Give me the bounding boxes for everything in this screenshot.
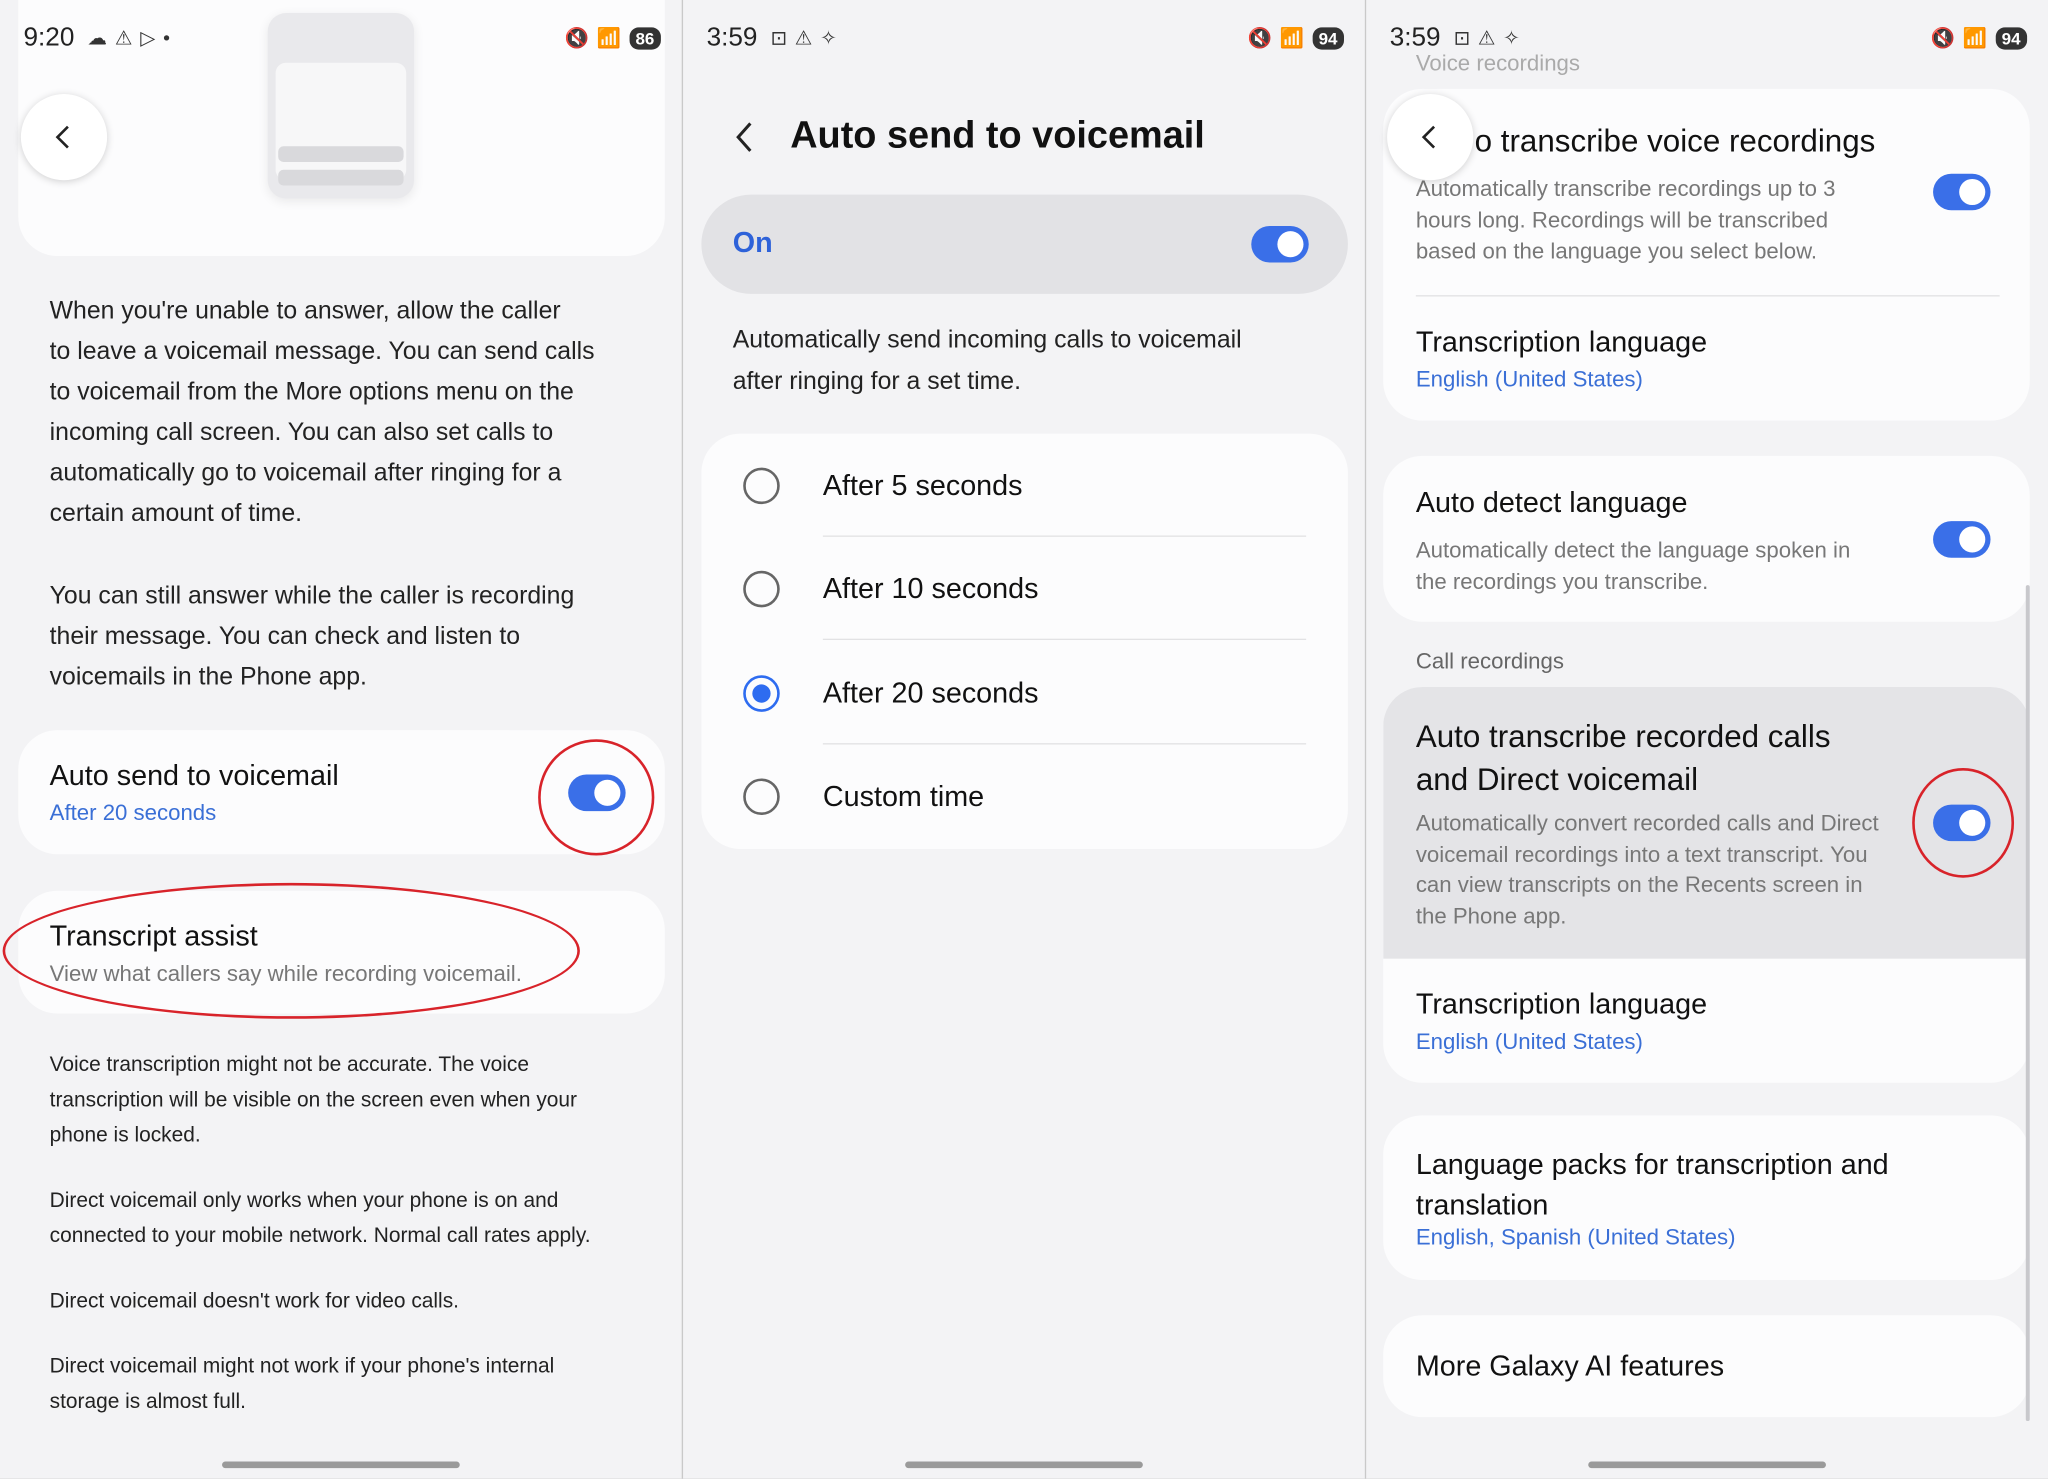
- battery-badge: 94: [1995, 26, 2028, 49]
- transcription-language-title: Transcription language: [1415, 325, 1708, 358]
- panel-transcription-settings: 3:59 ⊡ ⚠ ✧ 🔇 📶 94 Voice recordings o tra…: [1366, 0, 2048, 1479]
- auto-send-title: Auto send to voicemail: [49, 758, 339, 792]
- warning-icon: ⚠: [1477, 27, 1496, 50]
- note-transcription: Voice transcription might not be accurat…: [49, 1054, 577, 1147]
- battery-badge: 86: [628, 26, 661, 49]
- play-store-icon: ▷: [140, 27, 156, 50]
- call-recordings-card: Auto transcribe recorded calls and Direc…: [1383, 687, 2030, 1083]
- back-button[interactable]: [1387, 94, 1474, 181]
- auto-transcribe-voice-desc: Automatically transcribe recordings up t…: [1415, 176, 1836, 264]
- panel-voicemail-settings: 9:20 ☁ ⚠ ▷ • 🔇 📶 86 When you're unable t…: [0, 0, 682, 1479]
- status-time: 3:59: [706, 22, 758, 52]
- auto-send-toggle[interactable]: [568, 774, 626, 812]
- panel-auto-send: 3:59 ⊡ ⚠ ✧ 🔇 📶 94 Auto send to voicemail…: [683, 0, 1365, 1479]
- chevron-left-icon: [1421, 125, 1436, 149]
- master-switch-label: On: [732, 225, 773, 259]
- radio-button[interactable]: [743, 466, 780, 504]
- radio-button-selected[interactable]: [743, 674, 780, 712]
- mute-icon: 🔇: [564, 27, 589, 50]
- description-text-2: You can still answer while the caller is…: [49, 582, 575, 691]
- auto-transcribe-calls-desc: Automatically convert recorded calls and…: [1415, 811, 1879, 928]
- transcript-assist-subtitle: View what callers say while recording vo…: [49, 961, 522, 987]
- transcription-language-value: English (United States): [1415, 367, 1643, 392]
- auto-detect-desc: Automatically detect the language spoken…: [1415, 538, 1851, 595]
- transcription-language-row-1[interactable]: Transcription language English (United S…: [1383, 296, 2030, 420]
- option-after-5-seconds[interactable]: After 5 seconds: [701, 434, 1348, 537]
- auto-transcribe-voice-toggle[interactable]: [1933, 173, 1991, 211]
- status-time: 9:20: [23, 22, 75, 52]
- auto-transcribe-calls-row[interactable]: Auto transcribe recorded calls and Direc…: [1383, 687, 2030, 959]
- warning-icon: ⚠: [114, 27, 133, 50]
- wifi-icon: 📶: [1962, 27, 1988, 50]
- status-system-icons: 🔇 📶 94: [1248, 26, 1344, 50]
- status-notification-icons: ⊡ ⚠ ✧: [770, 26, 837, 50]
- voice-recordings-card: o transcribe voice recordings Automatica…: [1383, 88, 2030, 421]
- battery-badge: 94: [1312, 26, 1344, 49]
- more-galaxy-ai-title: More Galaxy AI features: [1415, 1349, 1725, 1382]
- status-notification-icons: ☁ ⚠ ▷ •: [87, 26, 170, 50]
- auto-transcribe-voice-title: o transcribe voice recordings: [1474, 124, 1876, 160]
- status-bar: 3:59 ⊡ ⚠ ✧ 🔇 📶 94: [683, 0, 1365, 76]
- wifi-icon: 📶: [596, 27, 622, 50]
- note-storage: Direct voicemail might not work if your …: [49, 1355, 555, 1414]
- transcript-assist-title: Transcript assist: [49, 919, 258, 953]
- dot-icon: •: [163, 26, 171, 49]
- status-system-icons: 🔇 📶 86: [564, 26, 661, 50]
- radio-button[interactable]: [743, 570, 780, 607]
- radio-button[interactable]: [743, 777, 780, 815]
- master-toggle[interactable]: [1251, 225, 1309, 263]
- status-time: 3:59: [1389, 22, 1441, 52]
- scrollbar[interactable]: [2025, 585, 2030, 1422]
- screenshot-icon: ⊡: [1453, 27, 1471, 50]
- status-system-icons: 🔇 📶 94: [1930, 26, 2028, 50]
- chevron-left-icon: [55, 125, 69, 149]
- back-button[interactable]: [728, 118, 767, 160]
- transcription-language-row-2[interactable]: Transcription language English (United S…: [1383, 959, 2030, 1083]
- status-bar: 9:20 ☁ ⚠ ▷ • 🔇 📶 86: [0, 0, 682, 76]
- auto-transcribe-calls-toggle[interactable]: [1933, 804, 1991, 842]
- transcription-language-value: English (United States): [1415, 1029, 1643, 1055]
- auto-send-description: Automatically send incoming calls to voi…: [732, 326, 1242, 396]
- sparkle-search-icon: ✧: [820, 27, 837, 50]
- auto-send-voicemail-row[interactable]: Auto send to voicemail After 20 seconds: [18, 730, 665, 855]
- master-switch-bar[interactable]: On: [701, 194, 1348, 294]
- option-after-10-seconds[interactable]: After 10 seconds: [701, 537, 1348, 640]
- gesture-handle[interactable]: [222, 1461, 460, 1469]
- transcription-language-title: Transcription language: [1415, 987, 1708, 1021]
- language-packs-value: English, Spanish (United States): [1415, 1225, 1736, 1250]
- cloud-icon: ☁: [87, 27, 108, 50]
- note-network: Direct voicemail only works when your ph…: [49, 1189, 591, 1248]
- gesture-handle[interactable]: [1588, 1461, 1826, 1469]
- divider: [822, 638, 1307, 640]
- description-text-1: When you're unable to answer, allow the …: [49, 297, 595, 528]
- auto-detect-toggle[interactable]: [1933, 521, 1991, 558]
- language-packs-title: Language packs for transcription and tra…: [1415, 1148, 1889, 1222]
- option-after-20-seconds[interactable]: After 20 seconds: [701, 641, 1348, 744]
- chevron-left-icon: [736, 122, 752, 152]
- page-title: Auto send to voicemail: [790, 114, 1205, 157]
- auto-detect-language-row[interactable]: Auto detect language Automatically detec…: [1383, 455, 2030, 622]
- warning-icon: ⚠: [794, 27, 813, 50]
- auto-detect-title: Auto detect language: [1415, 485, 1688, 519]
- mute-icon: 🔇: [1247, 27, 1272, 50]
- note-video: Direct voicemail doesn't work for video …: [49, 1290, 459, 1313]
- screenshot-icon: ⊡: [770, 27, 787, 50]
- timing-options-card: After 5 seconds After 10 seconds After 2…: [701, 433, 1348, 849]
- language-packs-row[interactable]: Language packs for transcription and tra…: [1383, 1115, 2030, 1280]
- more-galaxy-ai-row[interactable]: More Galaxy AI features: [1383, 1315, 2030, 1418]
- screenshot-stage: 9:20 ☁ ⚠ ▷ • 🔇 📶 86 When you're unable t…: [0, 0, 2048, 1479]
- sparkle-search-icon: ✧: [1503, 27, 1520, 50]
- mute-icon: 🔇: [1930, 27, 1956, 50]
- status-notification-icons: ⊡ ⚠ ✧: [1453, 26, 1520, 50]
- auto-transcribe-calls-title: Auto transcribe recorded calls and Direc…: [1415, 719, 1831, 799]
- status-bar: 3:59 ⊡ ⚠ ✧ 🔇 📶 94: [1366, 0, 2048, 76]
- back-button[interactable]: [20, 94, 108, 181]
- section-call-recordings: Call recordings: [1415, 649, 1564, 674]
- auto-send-subtitle: After 20 seconds: [49, 800, 217, 826]
- gesture-handle[interactable]: [905, 1461, 1143, 1469]
- option-custom-time[interactable]: Custom time: [701, 744, 1348, 847]
- wifi-icon: 📶: [1279, 27, 1305, 50]
- transcript-assist-row[interactable]: Transcript assist View what callers say …: [18, 890, 665, 1014]
